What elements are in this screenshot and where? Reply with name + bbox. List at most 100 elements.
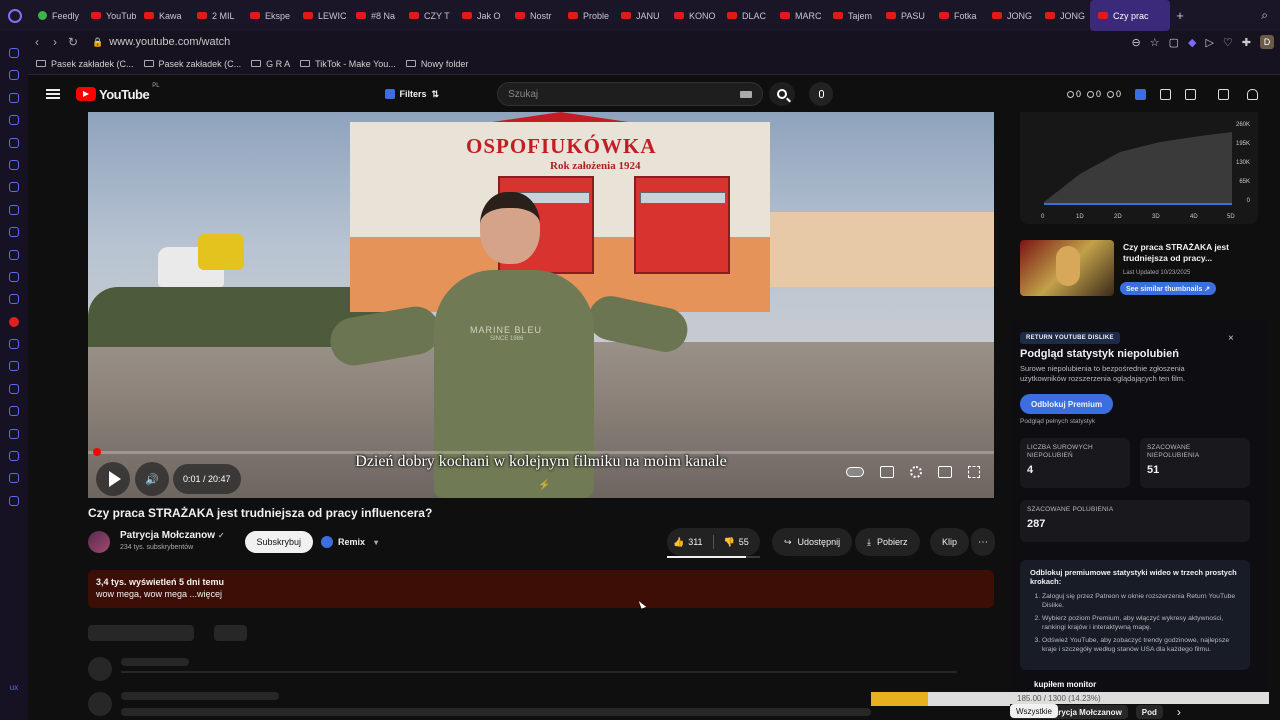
tab-item[interactable]: CZY T	[401, 0, 454, 31]
upload-icon[interactable]	[1218, 88, 1229, 100]
rail-telegram-icon[interactable]	[9, 227, 19, 238]
reload-icon[interactable]: ↻	[64, 35, 82, 49]
rail-extensions-icon[interactable]	[9, 473, 19, 484]
channel-name[interactable]: Patrycja Mołczanow ✓	[120, 530, 225, 542]
bookmark-item[interactable]: Pasek zakładek (C...	[36, 59, 134, 69]
tab-item[interactable]: JANU	[613, 0, 666, 31]
search-button[interactable]	[769, 82, 796, 106]
tab-item[interactable]: 2 MIL	[189, 0, 242, 31]
tab-item[interactable]: Tajem	[825, 0, 878, 31]
rail-clock-icon[interactable]	[9, 428, 19, 439]
filters-button[interactable]: Filters ⇅	[384, 89, 439, 100]
shield-icon[interactable]: ◆	[1188, 36, 1196, 49]
tab-item[interactable]: Feedly	[30, 0, 83, 31]
similar-title[interactable]: Czy praca STRAŻAKA jest trudniejsza od p…	[1123, 242, 1253, 264]
rail-settings-icon[interactable]	[9, 495, 19, 506]
similar-thumbnail-card[interactable]: Czy praca STRAŻAKA jest trudniejsza od p…	[1020, 240, 1260, 298]
video-player[interactable]: OSPOFIUKÓWKA Rok założenia 1924 MARINE B…	[88, 112, 994, 498]
tab-item[interactable]: MARC	[772, 0, 825, 31]
unlock-premium-button[interactable]: Odblokuj Premium	[1020, 394, 1114, 414]
search-input[interactable]: Szukaj	[497, 82, 764, 106]
browser-logo-icon[interactable]	[0, 0, 30, 31]
dislike-count[interactable]: 55	[739, 537, 749, 547]
rail-x-icon[interactable]	[9, 271, 19, 282]
profile-avatar[interactable]: D	[1260, 35, 1274, 49]
send-icon[interactable]: ▷	[1205, 36, 1213, 49]
like-count[interactable]: 311	[688, 537, 702, 547]
back-icon[interactable]: ‹	[28, 35, 46, 49]
rail-history-icon[interactable]	[9, 70, 19, 81]
like-icon[interactable]: 👍	[673, 537, 684, 548]
bookmark-icon[interactable]: ☆	[1150, 36, 1160, 49]
channel-avatar[interactable]	[88, 531, 110, 553]
download-button[interactable]: ⤓ Pobierz	[855, 528, 920, 556]
bookmark-item[interactable]: TikTok - Make You...	[300, 59, 396, 69]
tab-item[interactable]: Nostr	[507, 0, 560, 31]
similar-thumbnail[interactable]	[1020, 240, 1114, 296]
rail-news-icon[interactable]	[9, 137, 19, 148]
play-button[interactable]	[96, 462, 130, 496]
chip-all[interactable]: Wszystkie	[1010, 704, 1058, 718]
rail-messenger-2-icon[interactable]	[9, 204, 19, 215]
tab-item[interactable]: #8 Na	[348, 0, 401, 31]
clip-button[interactable]: Klip	[930, 528, 970, 556]
bell-icon[interactable]	[1247, 88, 1258, 100]
chevron-right-icon[interactable]: ›	[1177, 705, 1181, 719]
tab-item[interactable]: YouTube	[83, 0, 136, 31]
trophy-icon[interactable]	[1185, 88, 1196, 100]
forward-icon[interactable]: ›	[46, 35, 64, 49]
tab-active[interactable]: Czy prac	[1090, 0, 1170, 31]
tab-item[interactable]: KONO	[666, 0, 719, 31]
extension-icon[interactable]	[1135, 88, 1146, 100]
rail-instagram-icon[interactable]	[9, 249, 19, 260]
url-field[interactable]: www.youtube.com/watch	[109, 36, 230, 48]
rail-globe-icon[interactable]	[9, 339, 19, 350]
rail-discord-icon[interactable]	[9, 294, 19, 305]
list-icon[interactable]	[1160, 88, 1171, 100]
tab-item[interactable]: Kawa	[136, 0, 189, 31]
rail-record-icon[interactable]	[9, 316, 19, 327]
subtitles-icon[interactable]	[880, 466, 894, 478]
menu-icon[interactable]	[46, 89, 60, 99]
bookmark-item[interactable]: Nowy folder	[405, 59, 468, 69]
bookmark-item[interactable]: Pasek zakładek (C...	[143, 59, 241, 69]
rail-feed-icon[interactable]	[9, 159, 19, 170]
more-actions-button[interactable]: ⋯	[971, 528, 995, 556]
theater-mode-icon[interactable]	[938, 466, 952, 478]
screenshot-icon[interactable]: ▢	[1169, 36, 1179, 49]
see-similar-button[interactable]: See similar thumbnails ↗	[1120, 282, 1217, 295]
rail-twitch-icon[interactable]	[9, 182, 19, 193]
full-stats-link[interactable]: Podgląd pełnych statystyk	[1020, 418, 1095, 425]
description-box[interactable]: 3,4 tys. wyświetleń 5 dni temu wow mega,…	[88, 570, 994, 608]
tab-item[interactable]: DLAC	[719, 0, 772, 31]
autoplay-toggle[interactable]	[846, 467, 864, 477]
heart-icon[interactable]: ♡	[1223, 36, 1233, 49]
zoom-icon[interactable]: ⊖	[1131, 36, 1140, 49]
tab-item[interactable]: JONG	[1037, 0, 1090, 31]
fullscreen-icon[interactable]	[968, 466, 980, 478]
rail-bag-icon[interactable]	[9, 92, 19, 103]
rail-wallet-icon[interactable]	[9, 115, 19, 126]
chip-similar[interactable]: Pod	[1135, 705, 1163, 719]
mute-button[interactable]: 🔊	[135, 462, 169, 496]
subscribe-button[interactable]: Subskrybuj	[244, 531, 314, 553]
new-tab-button[interactable]: +	[1170, 8, 1190, 23]
dislike-icon[interactable]: 👎	[724, 537, 735, 548]
bookmark-item[interactable]: G R A	[251, 59, 290, 69]
rail-wallet-2-icon[interactable]	[9, 406, 19, 417]
tab-item[interactable]: Ekspe	[242, 0, 295, 31]
keyboard-icon[interactable]	[740, 90, 753, 98]
search-tabs-icon[interactable]: ⌕	[1261, 8, 1268, 23]
rail-messenger-icon[interactable]	[9, 48, 19, 58]
close-icon[interactable]: ×	[1228, 333, 1234, 344]
tab-item[interactable]: Fotka	[931, 0, 984, 31]
rail-send-icon[interactable]	[9, 361, 19, 372]
voice-search-button[interactable]	[809, 82, 834, 106]
tab-item[interactable]: Proble	[560, 0, 613, 31]
share-button[interactable]: ↪ Udostępnij	[772, 528, 853, 556]
extensions-icon[interactable]: ✚	[1242, 36, 1251, 49]
tab-item[interactable]: Jak O	[454, 0, 507, 31]
tab-item[interactable]: JONG	[984, 0, 1037, 31]
rail-download-icon[interactable]	[9, 451, 19, 462]
rail-heart-icon[interactable]	[9, 383, 19, 394]
